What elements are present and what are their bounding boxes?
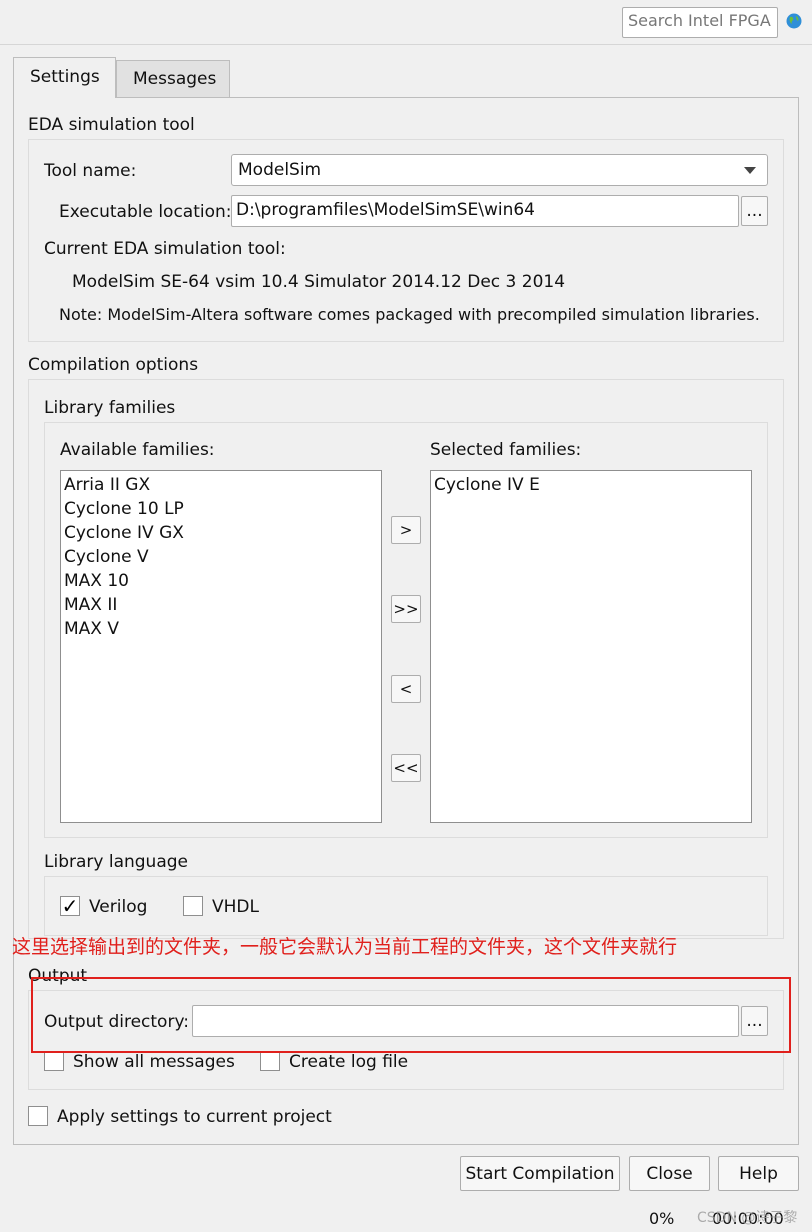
verilog-label: Verilog bbox=[89, 897, 148, 917]
vhdl-checkbox[interactable] bbox=[183, 896, 203, 916]
verilog-checkbox[interactable]: ✓ bbox=[60, 896, 80, 916]
apply-settings-label: Apply settings to current project bbox=[57, 1107, 332, 1127]
watermark: CSDN @诗子黎 bbox=[697, 1210, 798, 1226]
search-input[interactable]: Search Intel FPGA bbox=[622, 7, 778, 38]
tool-name-value: ModelSim bbox=[238, 160, 322, 180]
add-family-button[interactable]: > bbox=[391, 516, 421, 544]
create-log-file-checkbox[interactable] bbox=[260, 1051, 280, 1071]
annotation-text: 这里选择输出到的文件夹，一般它会默认为当前工程的文件夹，这个文件夹就行 bbox=[12, 936, 678, 958]
globe-icon[interactable] bbox=[786, 13, 802, 29]
list-item[interactable]: MAX V bbox=[64, 617, 378, 641]
remove-family-button[interactable]: < bbox=[391, 675, 421, 703]
annotation-highlight-box bbox=[31, 977, 791, 1053]
eda-note: Note: ModelSim-Altera software comes pac… bbox=[59, 305, 760, 324]
tab-settings[interactable]: Settings bbox=[13, 57, 116, 98]
create-log-file-label: Create log file bbox=[289, 1052, 409, 1072]
progress-percent: 0% bbox=[649, 1209, 675, 1228]
header-divider bbox=[0, 44, 812, 45]
library-families-title: Library families bbox=[44, 398, 176, 418]
exec-browse-button[interactable]: ... bbox=[741, 196, 768, 226]
list-item[interactable]: Cyclone IV GX bbox=[64, 521, 378, 545]
list-item[interactable]: Cyclone 10 LP bbox=[64, 497, 378, 521]
list-item[interactable]: Arria II GX bbox=[64, 473, 378, 497]
current-tool-value: ModelSim SE-64 vsim 10.4 Simulator 2014.… bbox=[72, 272, 566, 292]
list-item[interactable]: MAX 10 bbox=[64, 569, 378, 593]
checkmark-icon: ✓ bbox=[61, 894, 79, 918]
compilation-section-title: Compilation options bbox=[28, 355, 199, 375]
remove-all-families-button[interactable]: << bbox=[391, 754, 421, 782]
chevron-down-icon bbox=[744, 167, 756, 174]
list-item[interactable]: MAX II bbox=[64, 593, 378, 617]
help-button[interactable]: Help bbox=[718, 1156, 799, 1191]
selected-families-list[interactable]: Cyclone IV E bbox=[430, 470, 752, 823]
library-language-title: Library language bbox=[44, 852, 188, 872]
current-tool-label: Current EDA simulation tool: bbox=[44, 239, 286, 259]
show-all-messages-checkbox[interactable] bbox=[44, 1051, 64, 1071]
selected-families-label: Selected families: bbox=[430, 440, 582, 460]
show-all-messages-label: Show all messages bbox=[73, 1052, 235, 1072]
tab-messages[interactable]: Messages bbox=[116, 60, 230, 97]
exec-location-input[interactable]: D:\programfiles\ModelSimSE\win64 bbox=[231, 195, 739, 227]
apply-settings-checkbox[interactable] bbox=[28, 1106, 48, 1126]
eda-section-title: EDA simulation tool bbox=[28, 115, 195, 135]
available-families-label: Available families: bbox=[60, 440, 215, 460]
list-item[interactable]: Cyclone IV E bbox=[434, 473, 748, 497]
close-button[interactable]: Close bbox=[629, 1156, 710, 1191]
vhdl-label: VHDL bbox=[212, 897, 259, 917]
add-all-families-button[interactable]: >> bbox=[391, 595, 421, 623]
tool-name-label: Tool name: bbox=[44, 161, 137, 181]
exec-location-label: Executable location: bbox=[59, 202, 232, 222]
list-item[interactable]: Cyclone V bbox=[64, 545, 378, 569]
tool-name-select[interactable]: ModelSim bbox=[231, 154, 768, 186]
start-compilation-button[interactable]: Start Compilation bbox=[460, 1156, 620, 1191]
library-language-group bbox=[44, 876, 768, 936]
available-families-list[interactable]: Arria II GX Cyclone 10 LP Cyclone IV GX … bbox=[60, 470, 382, 823]
